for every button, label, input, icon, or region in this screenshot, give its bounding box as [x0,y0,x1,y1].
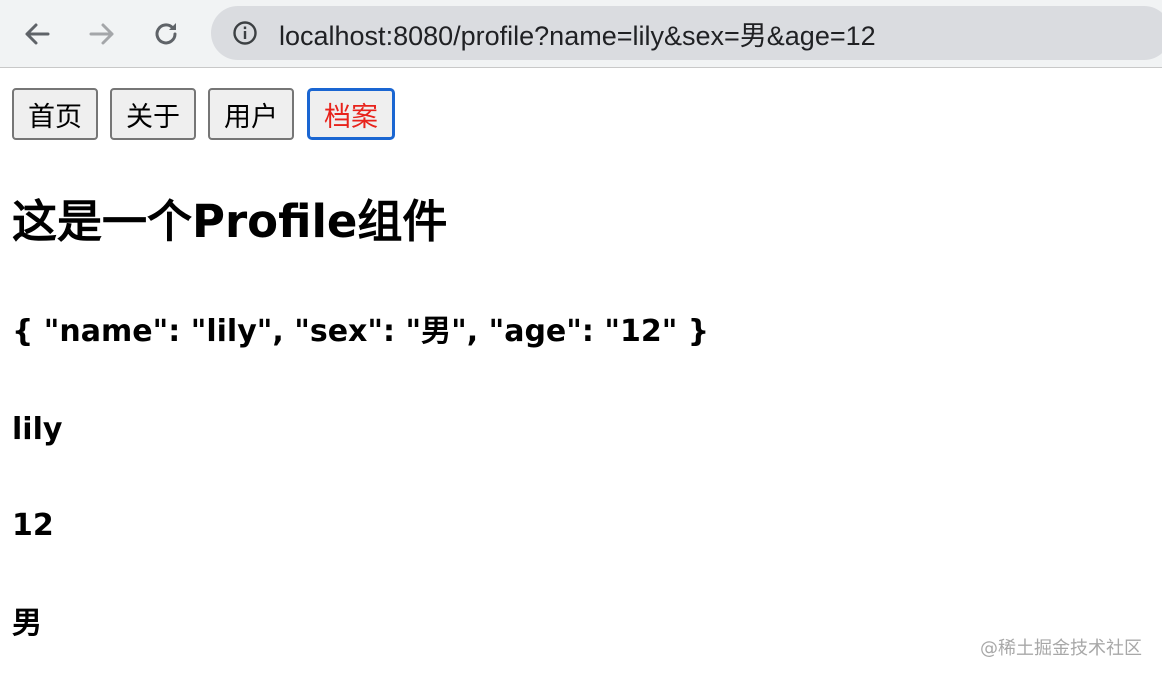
nav-button-home[interactable]: 首页 [12,88,98,140]
address-bar[interactable]: localhost:8080/profile?name=lily&sex=男&a… [211,6,1162,60]
info-circle-icon[interactable] [231,19,259,47]
query-json-text: { "name": "lily", "sex": "男", "age": "12… [12,314,710,349]
page-content: 首页 关于 用户 档案 这是一个Profile组件 { "name": "lil… [0,68,1162,676]
forward-button[interactable] [80,12,124,56]
nav-button-about[interactable]: 关于 [110,88,196,140]
profile-age: 12 [12,508,54,543]
page-title: 这是一个Profile组件 [12,195,448,248]
reload-button[interactable] [144,12,188,56]
profile-name: lily [12,412,63,447]
browser-toolbar: localhost:8080/profile?name=lily&sex=男&a… [0,0,1162,68]
reload-icon [155,23,177,45]
arrow-left-icon [25,23,50,45]
back-button[interactable] [15,12,59,56]
nav-button-profile[interactable]: 档案 [307,88,395,140]
router-nav: 首页 关于 用户 档案 [12,88,407,140]
watermark: @稀土掘金技术社区 [980,638,1142,659]
profile-sex: 男 [12,606,42,641]
arrow-right-icon [89,23,114,45]
nav-button-user[interactable]: 用户 [208,88,294,140]
url-text[interactable]: localhost:8080/profile?name=lily&sex=男&a… [279,14,876,53]
